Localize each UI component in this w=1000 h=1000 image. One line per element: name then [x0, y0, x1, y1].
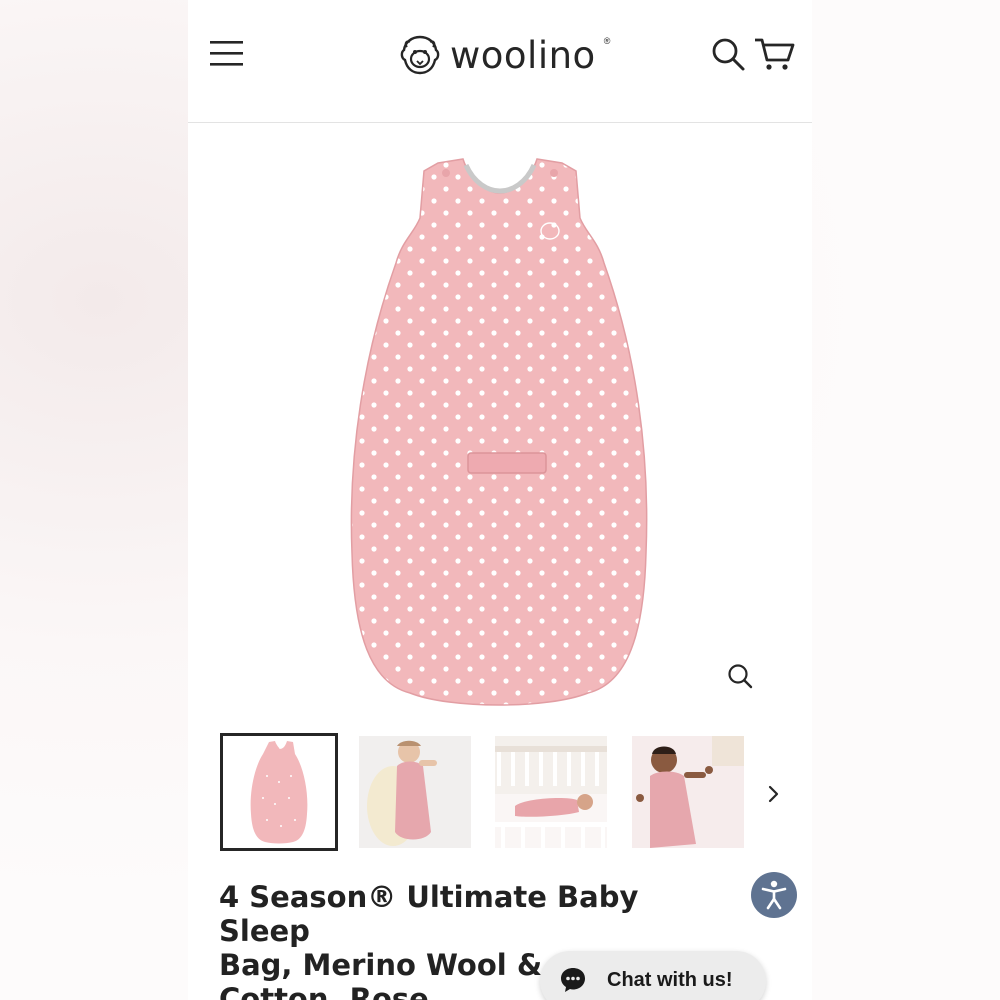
thumb-baby-sheepskin[interactable]: [359, 736, 471, 848]
sleep-bag-image: [350, 158, 648, 706]
sheep-logo-icon: [400, 35, 440, 75]
product-page: woolino ® 4 Season® Ultimate Baby Sleep …: [188, 0, 812, 1000]
menu-icon: [210, 41, 243, 66]
product-title-line-1: 4 Season® Ultimate Baby Sleep: [219, 880, 639, 948]
thumb-baby-crib[interactable]: [495, 736, 607, 848]
chat-bubble-icon: [561, 968, 585, 992]
cart-icon: [755, 38, 795, 70]
chevron-right-icon: [768, 785, 779, 803]
logo-registered-mark: ®: [603, 36, 611, 46]
search-button[interactable]: [710, 36, 746, 72]
thumb-sleep-bag[interactable]: [220, 733, 338, 851]
search-icon: [712, 38, 745, 71]
thumbnail-carousel: [220, 733, 782, 851]
chat-label: Chat with us!: [607, 969, 733, 991]
logo-wordmark: woolino: [450, 33, 596, 77]
chat-widget-button[interactable]: Chat with us!: [540, 951, 766, 1000]
menu-button[interactable]: [208, 38, 246, 68]
cart-button[interactable]: [753, 36, 795, 72]
zoom-icon: [728, 664, 753, 689]
thumbnail-next-button[interactable]: [762, 780, 786, 808]
site-header: woolino ®: [188, 0, 812, 122]
zoom-button[interactable]: [726, 662, 754, 690]
accessibility-button[interactable]: [751, 872, 797, 918]
thumb-baby-smiling[interactable]: [632, 736, 744, 848]
product-main-image[interactable]: [188, 123, 812, 718]
site-logo[interactable]: woolino ®: [398, 30, 610, 80]
product-title-line-3: Cotton, Rose: [219, 982, 429, 1000]
accessibility-icon: [761, 880, 787, 910]
